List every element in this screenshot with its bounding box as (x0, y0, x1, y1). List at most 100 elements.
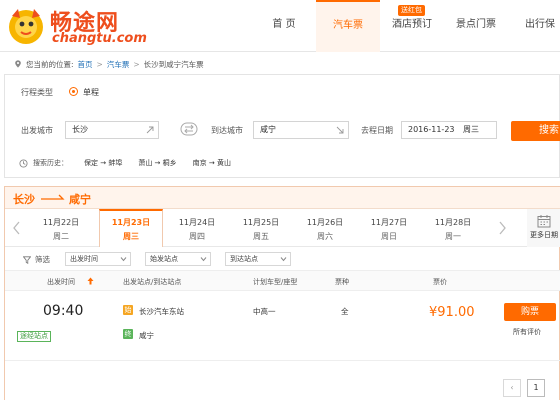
ticket-type: 全 (341, 307, 349, 316)
pagination-page-1[interactable]: 1 (527, 379, 545, 397)
date-tab-date: 11月27日 (370, 218, 408, 227)
from-city-input[interactable]: 长沙 (65, 121, 159, 139)
funnel-icon (23, 255, 31, 264)
arrow-up-right-icon (146, 126, 154, 134)
date-tab-weekday: 周五 (253, 232, 269, 241)
date-tab-1124[interactable]: 11月24日 周四 (165, 209, 229, 247)
date-tab-1128[interactable]: 11月28日 周一 (421, 209, 485, 247)
departure-weekday-value: 周三 (463, 125, 480, 134)
filter-arrival-station-select[interactable]: 到达站点 (225, 252, 291, 266)
result-row: 09:40 途经站点 始 长沙汽车东站 终 咸宁 中高一 全 ¥91.00 购票… (5, 291, 560, 361)
logo-text-en: changtu.com (52, 31, 147, 46)
logo-bird-icon (9, 9, 43, 44)
nav-hotel-label: 酒店预订 (392, 19, 432, 30)
to-city-label: 到达城市 (211, 126, 243, 135)
destination-station: 咸宁 (139, 331, 154, 340)
date-tab-date: 11月22日 (42, 218, 80, 227)
results-box: 长沙 咸宁 11月22日 周二 11月23日 周三 11月24日 周四 11月2… (4, 186, 560, 400)
nav-bus-tickets-label: 汽车票 (333, 20, 363, 31)
results-column-header: 出发时间 出发站点/到达站点 计划车型/座型 票种 票价 (5, 271, 560, 291)
more-dates-button[interactable]: 更多日期 (527, 209, 560, 247)
site-header: 畅途网 changtu.com 首 页 汽车票 送红包 酒店预订 景点门票 出行… (0, 0, 560, 52)
nav-attractions-label: 景点门票 (456, 19, 496, 30)
date-tab-date: 11月28日 (434, 218, 472, 227)
date-tab-1127[interactable]: 11月27日 周日 (357, 209, 421, 247)
date-prev-button[interactable] (7, 209, 25, 247)
date-tab-weekday: 周二 (53, 232, 69, 241)
departure-time: 09:40 (43, 303, 84, 319)
pagination-prev-button[interactable]: ‹ (503, 379, 521, 397)
to-city-value: 咸宁 (260, 125, 276, 134)
nav-attractions[interactable]: 景点门票 (444, 0, 508, 52)
filter-departure-time-select[interactable]: 出发时间 (65, 252, 131, 266)
date-tab-weekday: 周一 (445, 232, 461, 241)
breadcrumb-prefix: 您当前的位置: (26, 59, 74, 69)
search-panel: 行程类型 单程 出发城市 长沙 到达城市 咸宁 去程日期 2016-11-23 … (4, 74, 560, 178)
chevron-right-icon (499, 221, 506, 235)
nav-insurance-label: 出行保 (525, 19, 555, 30)
breadcrumb-bus-tickets[interactable]: 汽车票 (107, 59, 130, 70)
location-pin-icon (15, 60, 21, 68)
one-way-radio[interactable] (69, 87, 78, 96)
nav-home-label: 首 页 (272, 19, 296, 30)
chevron-left-icon (12, 221, 19, 235)
trip-type-label: 行程类型 (21, 88, 53, 97)
date-tab-weekday: 周日 (381, 232, 397, 241)
origin-station: 长沙汽车东站 (139, 307, 184, 316)
col-price: 票价 (433, 278, 447, 286)
route-bar: 长沙 咸宁 (5, 187, 560, 209)
arrow-down-right-icon (336, 126, 344, 134)
breadcrumb-home[interactable]: 首页 (78, 59, 93, 70)
breadcrumb-separator: > (133, 59, 140, 69)
buy-ticket-button[interactable]: 购票 (504, 303, 556, 321)
ticket-price: ¥91.00 (429, 305, 475, 320)
chevron-down-icon (280, 257, 287, 262)
route-from-city: 长沙 (13, 193, 35, 206)
history-item-nanjing-huangshan[interactable]: 南京 → 黄山 (193, 158, 231, 168)
filter-origin-station-select[interactable]: 始发站点 (145, 252, 211, 266)
departure-date-value: 2016-11-23 (408, 125, 455, 134)
search-history: 搜索历史： 保定 → 蚌埠 萧山 → 桐乡 南京 → 黄山 (19, 157, 247, 169)
one-way-radio-label[interactable]: 单程 (83, 87, 99, 98)
filter-label: 筛选 (23, 254, 50, 265)
search-button[interactable]: 搜索 (511, 121, 560, 141)
bus-type: 中高一 (253, 307, 276, 316)
sort-up-icon[interactable] (87, 277, 94, 285)
date-tab-date: 11月25日 (242, 218, 280, 227)
date-tab-weekday: 周三 (123, 232, 139, 241)
all-reviews-link[interactable]: 所有评价 (513, 327, 541, 337)
date-tab-1125[interactable]: 11月25日 周五 (229, 209, 293, 247)
departure-date-input[interactable]: 2016-11-23 周三 (401, 121, 497, 139)
route-arrow-icon (41, 194, 65, 200)
date-tab-weekday: 周四 (189, 232, 205, 241)
nav-home[interactable]: 首 页 (252, 0, 316, 52)
filter-departure-time-value: 出发时间 (70, 255, 98, 263)
date-strip: 11月22日 周二 11月23日 周三 11月24日 周四 11月25日 周五 … (5, 209, 560, 247)
chevron-down-icon (120, 257, 127, 262)
via-stations-tag[interactable]: 途经站点 (17, 331, 51, 342)
date-next-button[interactable] (493, 209, 511, 247)
breadcrumb-current: 长沙到咸宁汽车票 (143, 59, 204, 69)
filter-origin-station-value: 始发站点 (150, 255, 178, 263)
history-item-xiaoshan-tongxiang[interactable]: 萧山 → 桐乡 (138, 158, 176, 168)
from-city-label: 出发城市 (21, 126, 53, 135)
col-departure-time[interactable]: 出发时间 (47, 277, 75, 287)
nav-bus-tickets[interactable]: 汽车票 (316, 0, 380, 52)
red-packet-badge: 送红包 (398, 5, 425, 16)
site-logo[interactable]: 畅途网 changtu.com (6, 4, 147, 48)
filter-label-text: 筛选 (35, 255, 50, 264)
from-city-value: 长沙 (72, 125, 88, 134)
col-ticket-type: 票种 (335, 278, 349, 286)
route-to-city: 咸宁 (69, 193, 91, 206)
date-tab-1122[interactable]: 11月22日 周二 (29, 209, 93, 247)
date-tab-1126[interactable]: 11月26日 周六 (293, 209, 357, 247)
history-item-baoding-bengbu[interactable]: 保定 → 蚌埠 (84, 158, 122, 168)
nav-insurance[interactable]: 出行保 (508, 0, 560, 52)
search-history-label: 搜索历史： (33, 159, 68, 167)
nav-hotel[interactable]: 送红包 酒店预订 (380, 0, 444, 52)
filter-arrival-station-value: 到达站点 (230, 255, 258, 263)
date-tab-1123[interactable]: 11月23日 周三 (99, 209, 163, 247)
swap-cities-icon[interactable] (177, 121, 201, 137)
to-city-input[interactable]: 咸宁 (253, 121, 349, 139)
clock-icon (19, 158, 28, 168)
